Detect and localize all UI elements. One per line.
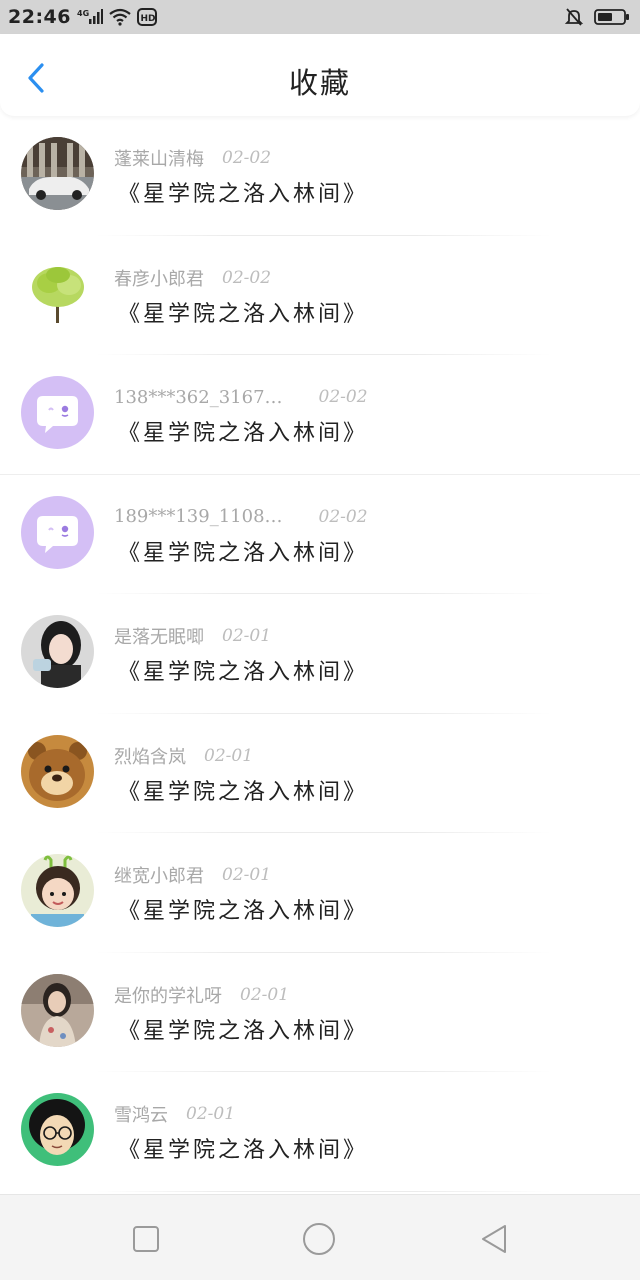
list-item[interactable]: 是落无眠唧 02-01 《星学院之洛入林间》 (0, 594, 640, 714)
item-title[interactable]: 《星学院之洛入林间》 (118, 296, 368, 328)
item-username[interactable]: 继宽小郎君 (114, 862, 204, 888)
svg-text:HD: HD (140, 14, 155, 24)
avatar[interactable] (21, 376, 94, 449)
item-title[interactable]: 《星学院之洛入林间》 (118, 774, 368, 806)
item-username[interactable]: 烈焰含岚 (114, 743, 186, 769)
child-photo-avatar (21, 854, 94, 927)
signal-icon: 4G (77, 8, 103, 26)
svg-text:4G: 4G (77, 9, 89, 18)
item-meta: 蓬莱山清梅 02-02 (114, 144, 271, 172)
muted-bell-icon (564, 7, 584, 27)
glasses-cartoon-avatar (21, 1093, 94, 1166)
item-username[interactable]: 是落无眠唧 (114, 623, 204, 649)
avatar[interactable] (21, 256, 94, 330)
status-right (564, 7, 630, 27)
status-left: 22:46 4G HD (8, 6, 157, 28)
item-date: 02-01 (222, 626, 272, 646)
item-meta: 烈焰含岚 02-01 (114, 742, 253, 770)
item-meta: 是落无眠唧 02-01 (114, 622, 271, 650)
item-meta: 是你的学礼呀 02-01 (114, 981, 289, 1009)
list-item[interactable]: 春彦小郎君 02-02 《星学院之洛入林间》 (0, 236, 640, 355)
avatar[interactable] (21, 615, 94, 688)
girl-photo-avatar (21, 615, 94, 688)
item-title[interactable]: 《星学院之洛入林间》 (118, 535, 368, 567)
divider (96, 1190, 552, 1192)
item-username[interactable]: 雪鸿云 (114, 1101, 168, 1127)
item-meta: 138***362_3167… 02-02 (114, 383, 368, 411)
item-username[interactable]: 春彦小郎君 (114, 265, 204, 291)
page-title: 收藏 (288, 66, 351, 100)
item-title[interactable]: 《星学院之洛入林间》 (118, 1013, 368, 1045)
home-circle-icon (303, 1223, 335, 1255)
item-date: 02-01 (222, 865, 272, 885)
car-photo-avatar (21, 137, 94, 210)
list-item[interactable]: 138***362_3167… 02-02 《星学院之洛入林间》 (0, 355, 640, 475)
item-username[interactable]: 蓬莱山清梅 (114, 145, 204, 171)
recents-button[interactable] (128, 1221, 164, 1257)
item-date: 02-02 (318, 387, 368, 407)
list-item[interactable]: 继宽小郎君 02-01 《星学院之洛入林间》 (0, 833, 640, 953)
item-meta: 雪鸿云 02-01 (114, 1100, 235, 1128)
hd-icon: HD (136, 8, 157, 26)
bear-cartoon-avatar (21, 734, 94, 808)
item-title[interactable]: 《星学院之洛入林间》 (118, 176, 368, 208)
item-meta: 继宽小郎君 02-01 (114, 861, 271, 889)
list-item[interactable]: 是你的学礼呀 02-01 《星学院之洛入林间》 (0, 953, 640, 1072)
system-back-button[interactable] (476, 1221, 512, 1257)
avatar[interactable] (21, 137, 94, 210)
item-date: 02-02 (222, 267, 272, 288)
list-item[interactable]: 烈焰含岚 02-01 《星学院之洛入林间》 (0, 714, 640, 833)
item-meta: 春彦小郎君 02-02 (114, 264, 271, 292)
navigation-bar (0, 1194, 640, 1280)
item-date: 02-02 (318, 506, 368, 527)
default-chat-avatar-icon (21, 495, 94, 569)
home-button[interactable] (301, 1221, 337, 1257)
avatar[interactable] (21, 1093, 94, 1166)
item-username[interactable]: 是你的学礼呀 (114, 982, 222, 1008)
tree-photo-avatar (21, 256, 94, 330)
list-item[interactable]: 雪鸿云 02-01 《星学院之洛入林间》 (0, 1072, 640, 1192)
item-title[interactable]: 《星学院之洛入林间》 (118, 893, 368, 925)
recents-square-icon (133, 1226, 159, 1252)
item-meta: 189***139_1108… 02-02 (114, 503, 368, 531)
status-time: 22:46 (8, 6, 71, 28)
item-date: 02-02 (222, 148, 272, 168)
item-date: 02-01 (186, 1104, 236, 1124)
avatar[interactable] (21, 734, 94, 808)
list-item[interactable]: 蓬莱山清梅 02-02 《星学院之洛入林间》 (0, 116, 640, 236)
status-bar: 22:46 4G HD (0, 0, 640, 34)
wifi-icon (109, 8, 131, 26)
item-username[interactable]: 138***362_3167… (114, 387, 283, 408)
header: 收藏 (0, 34, 640, 116)
item-title[interactable]: 《星学院之洛入林间》 (118, 415, 368, 447)
back-triangle-icon (482, 1225, 506, 1253)
item-title[interactable]: 《星学院之洛入林间》 (118, 1132, 368, 1164)
avatar[interactable] (21, 495, 94, 569)
favorites-list: 蓬莱山清梅 02-02 《星学院之洛入林间》 春彦小郎君 02-02 《星学院之… (0, 116, 640, 1192)
avatar[interactable] (21, 973, 94, 1047)
item-date: 02-01 (204, 745, 254, 766)
battery-icon (594, 8, 630, 26)
avatar[interactable] (21, 854, 94, 927)
item-date: 02-01 (240, 984, 290, 1005)
item-username[interactable]: 189***139_1108… (114, 506, 283, 527)
woman-photo-avatar (21, 973, 94, 1047)
list-item[interactable]: 189***139_1108… 02-02 《星学院之洛入林间》 (0, 475, 640, 594)
item-title[interactable]: 《星学院之洛入林间》 (118, 654, 368, 686)
default-chat-avatar-icon (21, 376, 94, 449)
